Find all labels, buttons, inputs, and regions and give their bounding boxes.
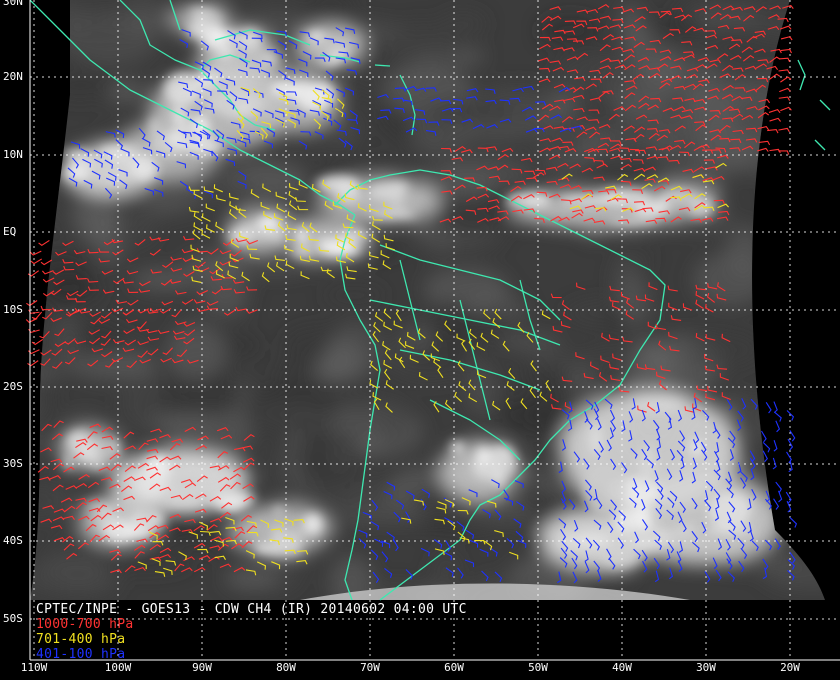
legend-1000-700-hpa: 1000-700 hPa [36, 617, 134, 632]
lat-label-30n: 30N [3, 0, 23, 8]
lon-label-90w: 90W [192, 661, 212, 674]
lat-label-30s: 30S [3, 457, 23, 470]
caption-block: CPTEC/INPE - GOES13 - CDW CH4 (IR) 20140… [36, 602, 467, 662]
lon-label-30w: 30W [696, 661, 716, 674]
satellite-ir-imagery [30, 0, 825, 600]
lat-label-40s: 40S [3, 534, 23, 547]
satellite-wind-map [0, 0, 840, 680]
legend-401-100-hpa: 401-100 hPa [36, 647, 126, 662]
lon-label-80w: 80W [276, 661, 296, 674]
lat-label-50s: 50S [3, 612, 23, 625]
lat-label-eq: EQ [3, 225, 17, 238]
lon-label-70w: 70W [360, 661, 380, 674]
lat-label-20s: 20S [3, 380, 23, 393]
lat-label-10s: 10S [3, 303, 23, 316]
lon-label-50w: 50W [528, 661, 548, 674]
legend-701-400-hpa: 701-400 hPa [36, 632, 126, 647]
lon-label-20w: 20W [780, 661, 800, 674]
lon-label-100w: 100W [104, 661, 132, 674]
lat-label-10n: 10N [3, 148, 23, 161]
lon-label-110w: 110W [20, 661, 48, 674]
caption-title: CPTEC/INPE - GOES13 - CDW CH4 (IR) 20140… [36, 602, 467, 617]
lon-label-40w: 40W [612, 661, 632, 674]
lat-label-20n: 20N [3, 70, 23, 83]
lon-label-60w: 60W [444, 661, 464, 674]
